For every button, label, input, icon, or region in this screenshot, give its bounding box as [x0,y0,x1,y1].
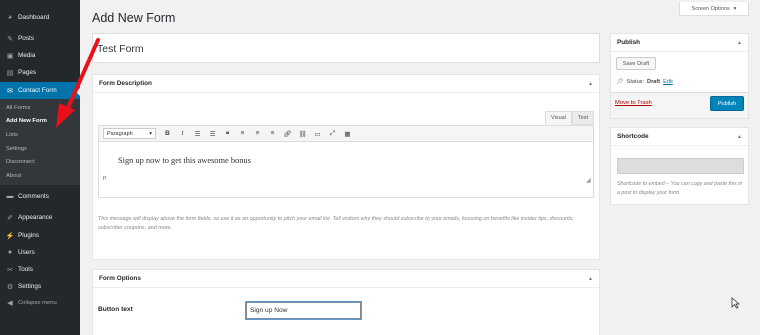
menu-label: Users [18,249,35,256]
admin-sidebar: ◕ Dashboard ✎ Posts ▣ Media ▤ Pages ✉ Contact… [0,0,81,335]
menu-tools[interactable]: ✂ Tools [0,261,80,278]
form-description-heading: Form Description [99,80,152,87]
plugin-icon: ⚡ [5,232,15,240]
publish-heading: Publish [617,39,641,46]
menu-label: Plugins [18,232,39,239]
format-select[interactable]: Paragraph ▾ [103,128,156,139]
more-tag-icon[interactable]: ▭ [310,127,325,140]
submenu-lists[interactable]: Lists [6,132,18,138]
menu-media[interactable]: ▣ Media [0,47,80,64]
editor-content-area[interactable] [98,142,594,198]
submenu-disconnect[interactable]: Disconnect [6,159,35,165]
menu-label: Contact Form [18,87,57,94]
submenu-all-forms[interactable]: All Forms [6,105,30,111]
media-icon: ▣ [6,52,14,60]
wrench-icon: ✂ [7,266,13,274]
pin-icon: 📌︎ [616,79,624,85]
unlink-icon[interactable]: ⛓ [295,127,310,140]
fullscreen-icon[interactable]: ⤢ [325,127,340,140]
edit-status-link[interactable]: Edit [663,79,673,85]
form-title-input[interactable]: Test Form [92,33,600,63]
form-options-heading: Form Options [99,275,141,282]
menu-users[interactable]: ● Users [0,244,80,261]
comments-icon: ▬ [6,193,14,200]
menu-appearance[interactable]: ✐ Appearance [0,209,80,226]
shortcode-field[interactable] [617,158,744,174]
editor-toolbar: Paragraph ▾ B I ☰ ☰ ❝ ≡ ≡ ≡ 🔗︎ ⛓ ▭ ⤢ ▦ [98,125,594,142]
move-to-trash-link[interactable]: Move to Trash [615,100,652,106]
editor-path: p [103,175,107,181]
brush-icon: ✐ [7,214,13,222]
bullet-list-icon[interactable]: ☰ [190,127,205,140]
status-value: Draft [647,78,661,85]
publish-button[interactable]: Publish [710,96,744,111]
bold-icon[interactable]: B [160,127,175,140]
status-label: Status: [626,78,645,85]
active-menu-pointer [76,87,81,97]
menu-label: Appearance [18,214,53,221]
settings-icon: ⚙ [6,283,14,291]
button-text-input[interactable]: Sign up Now [246,302,361,319]
collapse-icon: ◀ [7,300,13,307]
page-title: Add New Form [92,11,176,25]
align-center-icon[interactable]: ≡ [250,127,265,140]
submenu-settings[interactable]: Settings [6,146,27,152]
collapse-toggle-icon[interactable]: ▲ [588,276,593,282]
mouse-cursor-icon [731,297,740,309]
collapse-label: Collapse menu [18,300,57,306]
collapse-menu[interactable]: ◀ Collapse menu [0,296,80,310]
pages-icon: ▤ [6,69,14,77]
format-select-value: Paragraph [107,130,133,137]
menu-label: Tools [18,266,33,273]
menu-label: Media [18,52,36,59]
editor-text: Sign up now to get this awesome bonus [118,156,251,165]
users-icon: ● [7,249,13,256]
submenu-about[interactable]: About [6,173,21,179]
menu-contact-form[interactable]: ✉ Contact Form [0,82,80,99]
tab-text[interactable]: Text [572,111,594,125]
menu-label: Settings [18,283,42,290]
shortcode-heading: Shortcode [617,133,649,140]
align-left-icon[interactable]: ≡ [235,127,250,140]
italic-icon[interactable]: I [175,127,190,140]
kitchen-sink-icon[interactable]: ▦ [340,127,355,140]
chevron-down-icon: ▾ [149,130,152,137]
menu-pages[interactable]: ▤ Pages [0,64,80,81]
link-icon[interactable]: 🔗︎ [280,127,295,140]
caret-down-icon: ▾ [733,5,737,12]
save-draft-button[interactable]: Save Draft [616,57,656,70]
menu-plugins[interactable]: ⚡ Plugins [0,227,80,244]
menu-settings[interactable]: ⚙ Settings [0,278,80,295]
blockquote-icon[interactable]: ❝ [220,127,235,140]
menu-comments[interactable]: ▬ Comments [0,188,80,205]
menu-label: Pages [18,69,37,76]
dashboard-icon: ◕ [7,14,13,21]
description-help-text: This message will display above the form… [98,216,574,231]
menu-label: Comments [18,193,49,200]
menu-dashboard[interactable]: ◕ Dashboard [0,9,80,26]
shortcode-help-text: Shortcode to embed – You can copy and pa… [617,181,743,196]
mail-icon: ✉ [7,87,13,95]
collapse-toggle-icon[interactable]: ▲ [737,40,742,46]
menu-label: Dashboard [18,14,50,21]
screen-options-button[interactable]: Screen Options ▾ [679,2,749,16]
menu-posts[interactable]: ✎ Posts [0,30,80,47]
status-line: 📌︎ Status: Draft Edit [616,78,673,86]
button-text-label: Button text [98,306,133,313]
resize-handle-icon[interactable]: ◢ [586,177,591,184]
align-right-icon[interactable]: ≡ [265,127,280,140]
screen-options-label: Screen Options [691,5,730,12]
collapse-toggle-icon[interactable]: ▲ [737,134,742,140]
menu-label: Posts [18,35,34,42]
submenu-add-new-form[interactable]: Add New Form [6,118,47,124]
numbered-list-icon[interactable]: ☰ [205,127,220,140]
pin-icon: ✎ [7,35,13,43]
tab-visual[interactable]: Visual [545,111,572,125]
collapse-toggle-icon[interactable]: ▲ [588,81,593,87]
